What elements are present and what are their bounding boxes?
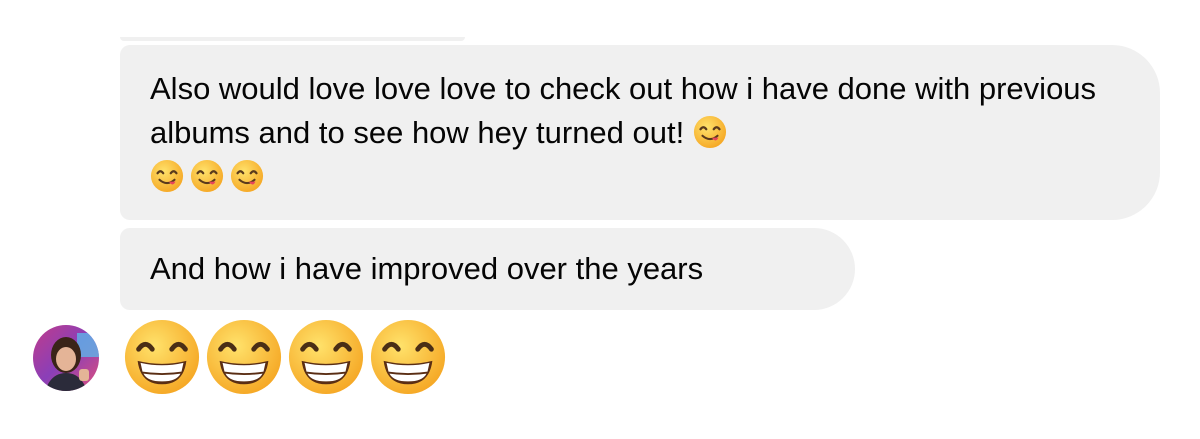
beaming-face-with-smiling-eyes-icon [206,319,282,395]
user-avatar-photo-icon [33,325,99,391]
message-text: Also would love love love to check out h… [150,71,1097,150]
beaming-face-with-smiling-eyes-icon [288,319,364,395]
emoji-row [150,155,1120,199]
beaming-face-with-smiling-eyes-icon [124,319,200,395]
message-bubble[interactable]: And how i have improved over the years [120,228,855,310]
face-savoring-food-icon [693,115,726,149]
previous-message-bubble-edge [120,37,465,41]
message-text: And how i have improved over the years [150,251,704,286]
face-savoring-food-icon [190,159,224,193]
face-savoring-food-icon [150,159,184,193]
emoji-message[interactable] [123,318,447,398]
avatar[interactable] [33,325,99,391]
face-savoring-food-icon [230,159,264,193]
beaming-face-with-smiling-eyes-icon [370,319,446,395]
message-bubble[interactable]: Also would love love love to check out h… [120,45,1160,220]
